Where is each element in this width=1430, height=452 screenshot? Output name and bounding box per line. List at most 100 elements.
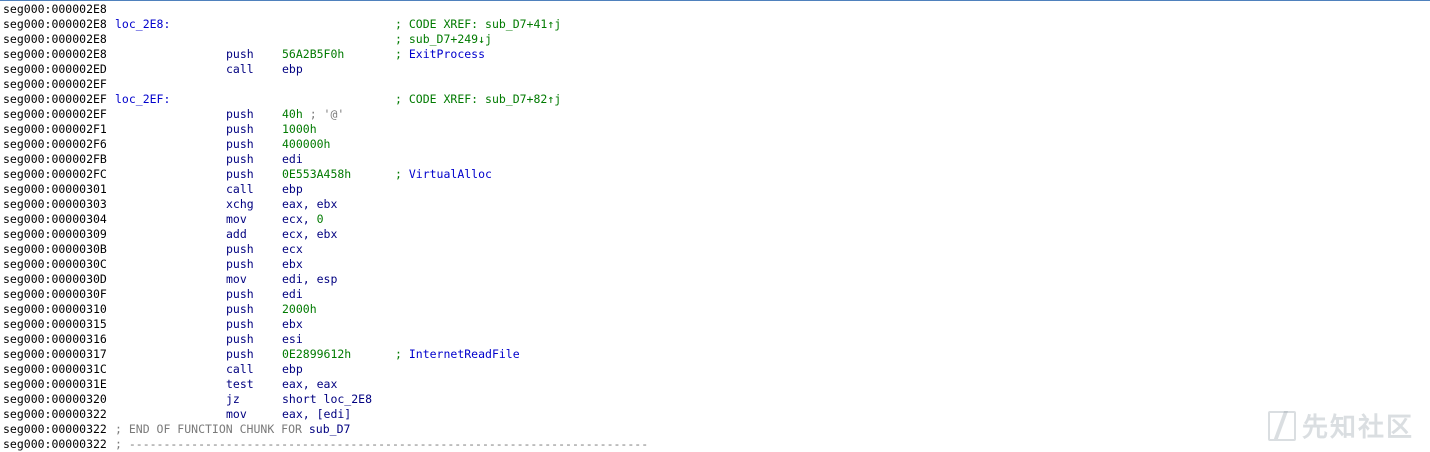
mnemonic[interactable]: push [226, 257, 254, 272]
api-name[interactable]: VirtualAlloc [409, 167, 492, 181]
operand[interactable]: edi [282, 152, 303, 166]
operand[interactable]: ecx [282, 242, 303, 256]
mnemonic[interactable]: push [226, 332, 254, 347]
operands[interactable]: 56A2B5F0h [282, 47, 344, 62]
address: seg000:000002EF [3, 77, 107, 91]
mnemonic[interactable]: call [226, 362, 254, 377]
address: seg000:000002FC [3, 167, 107, 181]
function-name[interactable]: sub_D7 [309, 422, 351, 436]
mnemonic[interactable]: push [226, 107, 254, 122]
operands[interactable]: ecx, ebx [282, 227, 337, 242]
operands[interactable]: esi [282, 332, 303, 347]
operands[interactable]: edi [282, 152, 303, 167]
xref-text[interactable]: sub_D7+249↓j [409, 32, 492, 46]
mnemonic[interactable]: push [226, 302, 254, 317]
mnemonic[interactable]: push [226, 287, 254, 302]
xref-comment[interactable]: ; sub_D7+249↓j [395, 32, 492, 47]
comment-marker: ; [395, 347, 409, 361]
operand[interactable]: short loc_2E8 [282, 392, 372, 406]
mnemonic[interactable]: mov [226, 407, 247, 422]
mnemonic[interactable]: call [226, 62, 254, 77]
operands[interactable]: ebp [282, 62, 303, 77]
xref-comment[interactable]: ; CODE XREF: sub_D7+41↑j [395, 17, 561, 32]
address: seg000:000002E8 [3, 47, 107, 61]
api-comment[interactable]: ; VirtualAlloc [395, 167, 492, 182]
address: seg000:00000309 [3, 227, 107, 241]
mnemonic[interactable]: call [226, 182, 254, 197]
operand[interactable]: 2000h [282, 302, 317, 316]
xref-comment[interactable]: ; CODE XREF: sub_D7+82↑j [395, 92, 561, 107]
operand[interactable]: ecx, [282, 212, 317, 226]
operands[interactable]: ecx, 0 [282, 212, 324, 227]
address: seg000:0000031E [3, 377, 107, 391]
operand[interactable]: ecx, ebx [282, 227, 337, 241]
mnemonic[interactable]: xchg [226, 197, 254, 212]
operands[interactable]: edi [282, 287, 303, 302]
operand[interactable]: 400000h [282, 137, 330, 151]
mnemonic[interactable]: push [226, 137, 254, 152]
mnemonic[interactable]: jz [226, 392, 240, 407]
operand[interactable]: 0E2899612h [282, 347, 351, 361]
operands[interactable]: ebp [282, 362, 303, 377]
operands[interactable]: ecx [282, 242, 303, 257]
operand[interactable]: eax, eax [282, 377, 337, 391]
operand[interactable]: ebp [282, 62, 303, 76]
operand[interactable]: ebx [282, 317, 303, 331]
api-comment[interactable]: ; ExitProcess [395, 47, 485, 62]
operands[interactable]: 0E553A458h [282, 167, 351, 182]
operand[interactable]: eax, ebx [282, 197, 337, 211]
code-label[interactable]: loc_2EF: [115, 92, 170, 107]
address: seg000:000002ED [3, 62, 107, 76]
operand[interactable]: ebp [282, 362, 303, 376]
address: seg000:00000304 [3, 212, 107, 226]
operands[interactable]: ebx [282, 257, 303, 272]
mnemonic[interactable]: push [226, 122, 254, 137]
address: seg000:00000310 [3, 302, 107, 316]
api-comment[interactable]: ; InternetReadFile [395, 347, 520, 362]
operands[interactable]: 0E2899612h [282, 347, 351, 362]
xref-text[interactable]: CODE XREF: sub_D7+41↑j [409, 17, 561, 31]
operands[interactable]: eax, eax [282, 377, 337, 392]
operands[interactable]: eax, ebx [282, 197, 337, 212]
operands[interactable]: 1000h [282, 122, 317, 137]
operand[interactable]: 56A2B5F0h [282, 47, 344, 61]
operand[interactable]: ebp [282, 182, 303, 196]
operand[interactable]: edi, esp [282, 272, 337, 286]
watermark-text: 先知社区 [1301, 413, 1414, 443]
operand[interactable]: 0E553A458h [282, 167, 351, 181]
operand[interactable]: eax, [edi] [282, 407, 351, 421]
operands[interactable]: short loc_2E8 [282, 392, 372, 407]
address: seg000:00000316 [3, 332, 107, 346]
address: seg000:00000322 [3, 422, 107, 436]
operands[interactable]: 40h ; '@' [282, 107, 344, 122]
operands[interactable]: eax, [edi] [282, 407, 351, 422]
mnemonic[interactable]: push [226, 152, 254, 167]
operands[interactable]: ebp [282, 182, 303, 197]
address: seg000:000002E8 [3, 17, 107, 31]
operand[interactable]: edi [282, 287, 303, 301]
mnemonic[interactable]: push [226, 47, 254, 62]
xref-text[interactable]: CODE XREF: sub_D7+82↑j [409, 92, 561, 106]
mnemonic[interactable]: push [226, 167, 254, 182]
mnemonic[interactable]: push [226, 317, 254, 332]
mnemonic[interactable]: mov [226, 272, 247, 287]
api-name[interactable]: ExitProcess [409, 47, 485, 61]
operands[interactable]: edi, esp [282, 272, 337, 287]
api-name[interactable]: InternetReadFile [409, 347, 520, 361]
operand[interactable]: esi [282, 332, 303, 346]
operands[interactable]: 400000h [282, 137, 330, 152]
operand-immediate[interactable]: 0 [317, 212, 324, 226]
mnemonic[interactable]: test [226, 377, 254, 392]
mnemonic[interactable]: mov [226, 212, 247, 227]
mnemonic[interactable]: push [226, 242, 254, 257]
operand[interactable]: 1000h [282, 122, 317, 136]
operand[interactable]: ebx [282, 257, 303, 271]
address: seg000:00000301 [3, 182, 107, 196]
operands[interactable]: 2000h [282, 302, 317, 317]
mnemonic[interactable]: add [226, 227, 247, 242]
operands[interactable]: ebx [282, 317, 303, 332]
code-label[interactable]: loc_2E8: [115, 17, 170, 32]
mnemonic[interactable]: push [226, 347, 254, 362]
operand[interactable]: 40h [282, 107, 303, 121]
disassembly-view[interactable]: seg000:000002E8 seg000:000002E8 loc_2E8: ; … [0, 0, 1430, 452]
